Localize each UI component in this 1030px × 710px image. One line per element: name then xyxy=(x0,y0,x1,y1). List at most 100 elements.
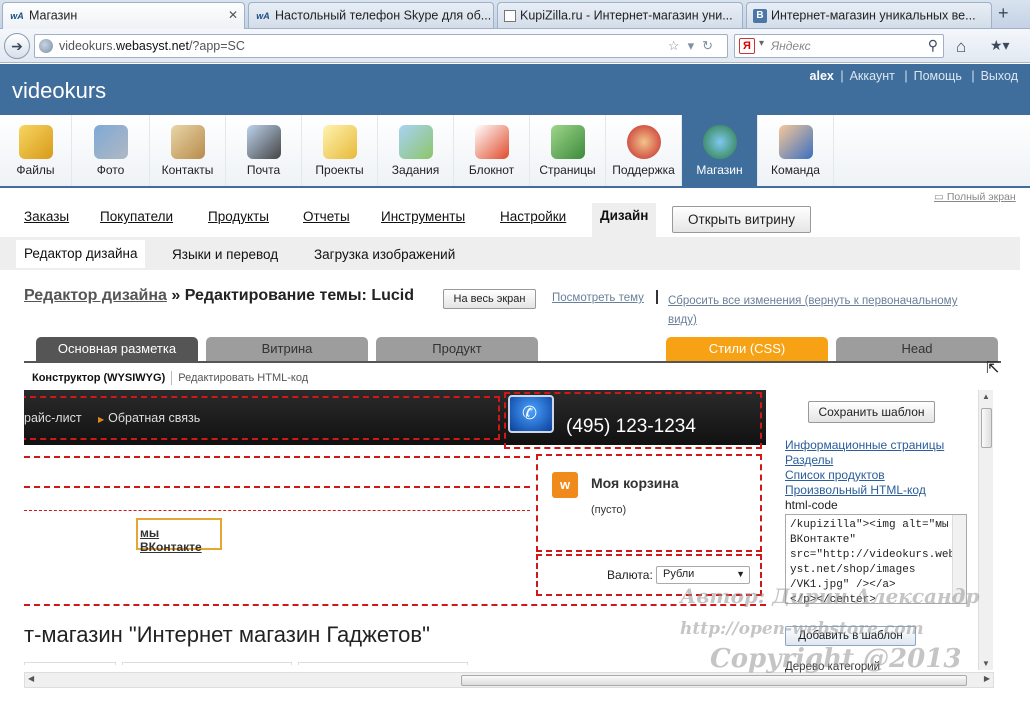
breadcrumb: Редактор дизайна » Редактирование темы: … xyxy=(24,287,414,305)
scroll-right-arrow-icon[interactable]: ▶ xyxy=(984,674,990,683)
address-bar[interactable]: videokurs.webasyst.net/?app=SC ☆▾↻ xyxy=(34,34,728,58)
preview-horizontal-scrollbar[interactable]: ◀ ▶ xyxy=(24,672,994,688)
nav-customers[interactable]: Покупатели xyxy=(100,209,173,224)
reset-changes-link[interactable]: Сбросить все изменения (вернуть к первон… xyxy=(668,292,988,330)
tab-main-layout[interactable]: Основная разметка xyxy=(36,337,198,361)
fullscreen-link-label: Полный экран xyxy=(946,191,1016,203)
fullscreen-link[interactable]: ▭ Полный экран xyxy=(934,191,1016,203)
scroll-down-arrow-icon[interactable]: ▼ xyxy=(982,659,990,668)
search-magnifier-icon[interactable]: ⚲ xyxy=(928,37,938,54)
breadcrumb-design-editor-link[interactable]: Редактор дизайна xyxy=(24,287,167,304)
vk-link-selected[interactable]: мы ВКонтакте xyxy=(136,518,222,554)
page-title: Редактирование темы: Lucid xyxy=(184,287,414,304)
app-photo[interactable]: Фото xyxy=(72,115,150,186)
reload-icon[interactable]: ↻ xyxy=(702,38,721,53)
cart-status: (пусто) xyxy=(591,504,627,516)
cart-title[interactable]: Моя корзина xyxy=(591,475,679,491)
currency-label: Валюта: xyxy=(607,568,653,582)
tab-head[interactable]: Head xyxy=(836,337,998,361)
scrollbar-thumb[interactable] xyxy=(461,675,967,686)
editable-block-outline[interactable] xyxy=(504,392,762,449)
nav-products[interactable]: Продукты xyxy=(208,209,269,224)
view-theme-link[interactable]: Посмотреть тему xyxy=(552,292,644,304)
browser-tab-kupizilla[interactable]: KupiZilla.ru - Интернет-магазин уни... xyxy=(497,2,743,28)
nav-settings[interactable]: Настройки xyxy=(500,209,566,224)
tab-languages[interactable]: Языки и перевод xyxy=(172,247,278,262)
save-template-button[interactable]: Сохранить шаблон xyxy=(808,401,935,423)
currency-select[interactable]: Рубли ▼ xyxy=(656,566,750,584)
app-projects[interactable]: Проекты xyxy=(302,115,378,186)
app-files[interactable]: Файлы xyxy=(0,115,72,186)
tab-label: Настольный телефон Skype для об... xyxy=(275,8,492,23)
app-pages[interactable]: Страницы xyxy=(530,115,606,186)
logout-link[interactable]: Выход xyxy=(981,69,1018,83)
account-link[interactable]: Аккаунт xyxy=(850,69,895,83)
nav-design[interactable]: Дизайн xyxy=(592,203,657,237)
info-pages-link[interactable]: Информационные страницы xyxy=(785,438,944,453)
account-brand-name[interactable]: videokurs xyxy=(12,78,106,104)
preview-box xyxy=(122,662,292,665)
new-tab-plus-icon[interactable]: + xyxy=(998,3,1009,24)
editable-block-outline[interactable] xyxy=(24,396,500,440)
mouse-cursor-icon: ⇱ xyxy=(986,360,1000,377)
sections-link[interactable]: Разделы xyxy=(785,453,944,468)
product-list-link[interactable]: Список продуктов xyxy=(785,468,944,483)
bookmark-star-icon[interactable]: ☆ xyxy=(668,38,688,53)
projects-icon xyxy=(322,125,357,159)
custom-html-link[interactable]: Произвольный HTML-код xyxy=(785,483,944,498)
scroll-left-arrow-icon[interactable]: ◀ xyxy=(28,674,34,683)
scrollbar-thumb[interactable] xyxy=(981,408,992,448)
nav-tools[interactable]: Инструменты xyxy=(381,209,465,224)
sidebar-vertical-scrollbar[interactable]: ▲ ▼ xyxy=(978,390,993,670)
tab-label: KupiZilla.ru - Интернет-магазин уни... xyxy=(520,8,733,23)
app-header: videokurs alex | Аккаунт | Помощь | Выход xyxy=(0,64,1030,115)
url-text: videokurs.webasyst.net/?app=SC xyxy=(59,39,245,53)
tab-label: Магазин xyxy=(29,8,78,23)
app-shop[interactable]: Магазин xyxy=(682,115,758,186)
tab-css-styles[interactable]: Стили (CSS) xyxy=(666,337,828,361)
search-box[interactable]: Я ▾ Яндекс ⚲ xyxy=(734,34,944,58)
nav-reports[interactable]: Отчеты xyxy=(303,209,350,224)
preview-box xyxy=(24,662,116,665)
html-edit-mode-link[interactable]: Редактировать HTML-код xyxy=(178,372,308,384)
help-link[interactable]: Помощь xyxy=(914,69,962,83)
bookmarks-menu-icon[interactable]: ★▾ xyxy=(990,37,1010,54)
app-tasks[interactable]: Задания xyxy=(378,115,454,186)
yandex-engine-icon[interactable]: Я xyxy=(739,38,755,54)
back-arrow-icon[interactable]: ➔ xyxy=(4,33,30,59)
app-contacts[interactable]: Контакты xyxy=(150,115,226,186)
close-tab-icon[interactable]: ✕ xyxy=(228,8,238,22)
search-placeholder: Яндекс xyxy=(771,39,811,53)
shop-globe-icon xyxy=(702,125,737,159)
shopping-cart-icon: w xyxy=(552,472,578,498)
wysiwyg-preview[interactable]: райс-лист ▶ Обратная связь ✆ (495) 123-12… xyxy=(24,390,766,665)
notepad-icon xyxy=(474,125,509,159)
editable-block-outline[interactable] xyxy=(536,454,762,552)
nav-orders[interactable]: Заказы xyxy=(24,209,69,224)
code-line: /kupizilla"><img alt="мы xyxy=(790,519,949,531)
browser-tab-vk[interactable]: B Интернет-магазин уникальных ве... xyxy=(746,2,992,28)
tab-image-upload[interactable]: Загрузка изображений xyxy=(314,247,455,262)
browser-tab-shop[interactable]: wA Магазин ✕ xyxy=(2,2,245,30)
tab-storefront[interactable]: Витрина xyxy=(206,337,368,361)
wysiwyg-mode[interactable]: Конструктор (WYSIWYG) xyxy=(32,372,165,384)
editable-block-outline xyxy=(24,510,530,511)
app-notepad[interactable]: Блокнот xyxy=(454,115,530,186)
fullscreen-button[interactable]: На весь экран xyxy=(443,289,536,309)
engine-dropdown-arrow-icon[interactable]: ▾ xyxy=(759,38,764,49)
app-team[interactable]: Команда xyxy=(758,115,834,186)
app-support[interactable]: Поддержка xyxy=(606,115,682,186)
open-storefront-button[interactable]: Открыть витрину xyxy=(672,206,811,233)
username-link[interactable]: alex xyxy=(810,69,834,83)
dropdown-arrow-icon[interactable]: ▾ xyxy=(688,38,703,53)
blank-page-favicon-icon xyxy=(504,9,516,22)
code-line: src="http://videokurs.webas xyxy=(790,549,967,561)
browser-tab-skype-phone[interactable]: wA Настольный телефон Skype для об... xyxy=(248,2,494,28)
support-icon xyxy=(626,125,661,159)
home-icon[interactable]: ⌂ xyxy=(956,37,966,57)
app-mail[interactable]: Почта xyxy=(226,115,302,186)
tab-product[interactable]: Продукт xyxy=(376,337,538,361)
tab-design-editor[interactable]: Редактор дизайна xyxy=(16,240,146,268)
scroll-up-arrow-icon[interactable]: ▲ xyxy=(982,392,990,401)
vk-favicon-icon: B xyxy=(753,8,767,23)
